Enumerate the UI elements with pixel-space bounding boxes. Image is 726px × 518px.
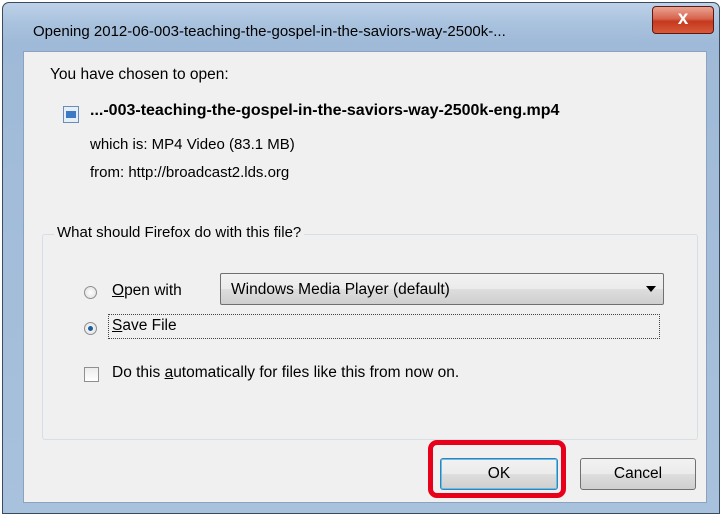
application-dropdown[interactable]: Windows Media Player (default) xyxy=(220,273,664,305)
save-file-label[interactable]: Save File xyxy=(112,317,177,335)
focus-outline xyxy=(108,314,660,339)
dropdown-value: Windows Media Player (default) xyxy=(231,281,450,298)
close-icon: x xyxy=(677,8,689,29)
file-source: from: http://broadcast2.lds.org xyxy=(90,164,290,181)
title-bar[interactable]: Opening 2012-06-003-teaching-the-gospel-… xyxy=(3,3,719,43)
media-file-icon xyxy=(63,106,79,123)
open-with-radio[interactable] xyxy=(84,286,97,299)
window-title: Opening 2012-06-003-teaching-the-gospel-… xyxy=(33,23,506,40)
dialog-window: Opening 2012-06-003-teaching-the-gospel-… xyxy=(2,2,720,514)
save-file-radio[interactable] xyxy=(84,322,97,335)
auto-checkbox[interactable] xyxy=(84,367,99,382)
dialog-body: You have chosen to open: ...-003-teachin… xyxy=(23,51,707,503)
close-button[interactable]: x xyxy=(652,6,714,34)
cancel-button[interactable]: Cancel xyxy=(580,458,696,490)
group-title: What should Firefox do with this file? xyxy=(54,224,305,241)
chevron-down-icon xyxy=(646,286,656,292)
auto-checkbox-label[interactable]: Do this automatically for files like thi… xyxy=(112,364,459,382)
chosen-label: You have chosen to open: xyxy=(50,66,229,83)
file-name: ...-003-teaching-the-gospel-in-the-savio… xyxy=(90,102,560,119)
ok-button[interactable]: OK xyxy=(440,458,558,490)
open-with-label[interactable]: Open with xyxy=(112,282,182,300)
file-type: which is: MP4 Video (83.1 MB) xyxy=(90,136,295,153)
